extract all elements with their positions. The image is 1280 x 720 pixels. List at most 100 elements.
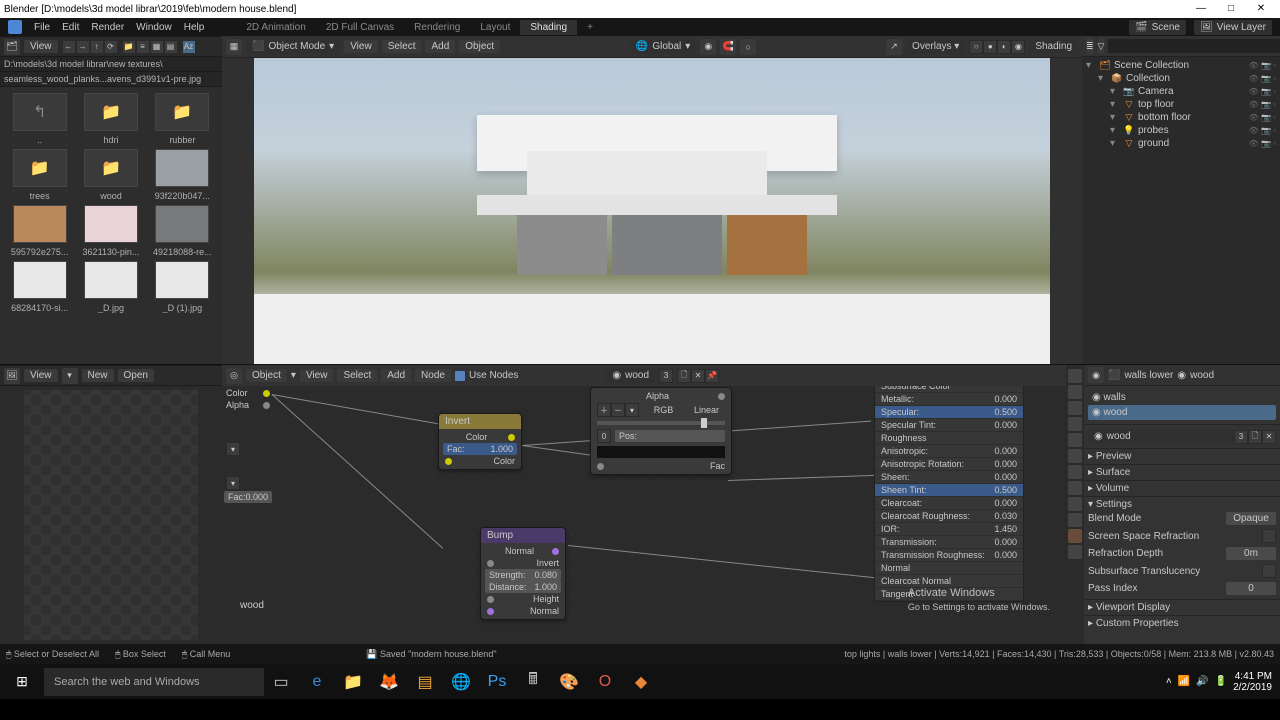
photoshop-icon[interactable]: Ps xyxy=(480,664,514,699)
edge-icon[interactable]: e xyxy=(300,664,334,699)
mat-users-btn[interactable]: 3 xyxy=(1234,430,1248,444)
tab-rendering[interactable]: Rendering xyxy=(404,20,470,35)
material-slot[interactable]: ◉ wood xyxy=(1088,405,1276,420)
tray-wifi-icon[interactable]: 📶 xyxy=(1178,676,1190,687)
snap-icon[interactable]: 🧲 xyxy=(720,39,736,55)
bsdf-input[interactable]: Sheen:0.000 xyxy=(875,471,1023,484)
fb-path-dir[interactable]: D:\models\3d model librar\new textures\ xyxy=(0,57,222,72)
section-custom[interactable]: ▸ Custom Properties xyxy=(1088,618,1179,629)
section-viewport[interactable]: ▸ Viewport Display xyxy=(1088,602,1170,613)
socket-icon[interactable] xyxy=(552,548,559,555)
material-slot[interactable]: ◉ walls xyxy=(1088,390,1276,405)
ne-object[interactable]: Object xyxy=(246,369,287,382)
node-principled-bsdf[interactable]: Subsurface ColorMetallic:0.000Specular:0… xyxy=(874,379,1024,602)
sublime-icon[interactable]: ▤ xyxy=(408,664,442,699)
bsdf-input[interactable]: Specular:0.500 xyxy=(875,406,1023,419)
fb-sort-az-icon[interactable]: Az xyxy=(182,40,196,54)
section-surface[interactable]: ▸ Surface xyxy=(1088,467,1130,478)
shading-dropdown[interactable]: Shading xyxy=(1029,39,1078,54)
bsdf-input[interactable]: Transmission:0.000 xyxy=(875,536,1023,549)
bsdf-input[interactable]: Clearcoat Normal xyxy=(875,575,1023,588)
fb-display-grid-icon[interactable]: ▦ xyxy=(150,40,164,54)
ramp-color[interactable] xyxy=(597,446,725,458)
material-tab-icon[interactable] xyxy=(1068,529,1082,543)
viewlayer-tab-icon[interactable] xyxy=(1068,401,1082,415)
menu-help[interactable]: Help xyxy=(184,22,205,33)
rgb-mode[interactable]: RGB xyxy=(648,404,680,416)
subsurf-check[interactable] xyxy=(1262,564,1276,578)
fb-path-file[interactable]: seamless_wood_planks...avens_d3991v1-pre… xyxy=(0,72,222,87)
menu-edit[interactable]: Edit xyxy=(62,22,79,33)
socket-icon[interactable] xyxy=(597,463,604,470)
fb-source-icon[interactable]: 🗂 xyxy=(4,39,20,55)
fb-refresh-icon[interactable]: ⟳ xyxy=(104,40,118,54)
img-view[interactable]: View xyxy=(24,369,58,382)
taskbar-search[interactable]: Search the web and Windows xyxy=(44,668,264,696)
outliner-row[interactable]: ▾📷Camera👁 📷 ▫ xyxy=(1084,85,1278,98)
physics-tab-icon[interactable] xyxy=(1068,497,1082,511)
image-editor-type-icon[interactable]: 🖼 xyxy=(4,368,20,384)
calc-icon[interactable]: 🖩 xyxy=(516,664,550,699)
firefox-icon[interactable]: 🦊 xyxy=(372,664,406,699)
outliner-row[interactable]: ▾▽ground👁 📷 ▫ xyxy=(1084,137,1278,150)
bsdf-input[interactable]: Roughness xyxy=(875,432,1023,445)
add-icon[interactable]: ＋ xyxy=(597,403,611,417)
node-bump[interactable]: Bump Normal Invert Strength:0.080 Distan… xyxy=(480,527,566,620)
node-invert[interactable]: Invert Color Fac:1.000 Color xyxy=(438,413,522,470)
wire-icon[interactable]: ○ xyxy=(969,40,983,54)
tab-shading[interactable]: Shading xyxy=(520,20,577,35)
bsdf-input[interactable]: Clearcoat Roughness:0.030 xyxy=(875,510,1023,523)
start-button[interactable]: ⊞ xyxy=(0,664,44,699)
img-open[interactable]: Open xyxy=(118,369,154,382)
socket-icon[interactable] xyxy=(487,608,494,615)
mat-new-icon[interactable]: 🗋 xyxy=(677,369,691,383)
socket-icon[interactable] xyxy=(445,458,452,465)
menu-file[interactable]: File xyxy=(34,22,50,33)
section-preview[interactable]: ▸ Preview xyxy=(1088,451,1131,462)
vp-select[interactable]: Select xyxy=(382,40,422,53)
socket-icon[interactable] xyxy=(263,402,270,409)
ne-select[interactable]: Select xyxy=(337,369,377,382)
fb-item[interactable]: 📁trees xyxy=(6,149,73,201)
constraint-tab-icon[interactable] xyxy=(1068,513,1082,527)
close-btn[interactable]: ✕ xyxy=(1246,0,1276,18)
material-name-field[interactable]: ◉ wood xyxy=(1088,429,1234,444)
bsdf-input[interactable]: Sheen Tint:0.500 xyxy=(875,484,1023,497)
object-tab-icon[interactable] xyxy=(1068,449,1082,463)
tab-2dcanvas[interactable]: 2D Full Canvas xyxy=(316,20,404,35)
fb-item[interactable]: 93f220b047... xyxy=(149,149,216,201)
fb-item[interactable]: 3621130-pin... xyxy=(77,205,144,257)
output-tab-icon[interactable] xyxy=(1068,385,1082,399)
ramp-pos[interactable]: Pos: xyxy=(615,430,725,442)
dropdown-icon[interactable]: ▾ xyxy=(226,476,240,490)
socket-icon[interactable] xyxy=(508,434,515,441)
fb-display-list-icon[interactable]: ≡ xyxy=(136,40,150,54)
bsdf-input[interactable]: Anisotropic:0.000 xyxy=(875,445,1023,458)
dropdown-icon[interactable]: ▾ xyxy=(625,403,639,417)
fb-item[interactable]: 68284170-si... xyxy=(6,261,73,313)
material-slot-selector[interactable]: ◉ wood xyxy=(606,368,655,383)
tab-2danim[interactable]: 2D Animation xyxy=(236,20,315,35)
bump-distance[interactable]: Distance:1.000 xyxy=(485,581,561,593)
fb-newdir-icon[interactable]: 📁 xyxy=(122,40,136,54)
bsdf-input[interactable]: Tangent xyxy=(875,588,1023,601)
editor-type-icon[interactable]: ▦ xyxy=(226,39,242,55)
mat-unlink-icon[interactable]: ✕ xyxy=(691,369,705,383)
socket-icon[interactable] xyxy=(263,390,270,397)
viewport-canvas[interactable] xyxy=(254,58,1050,364)
tray-up-icon[interactable]: ˄ xyxy=(1166,676,1172,687)
fb-view[interactable]: View xyxy=(24,40,58,53)
mat-unlink-icon[interactable]: ✕ xyxy=(1262,430,1276,444)
bsdf-input[interactable]: Anisotropic Rotation:0.000 xyxy=(875,458,1023,471)
texture-tab-icon[interactable] xyxy=(1068,545,1082,559)
lookdev-icon[interactable]: ◐ xyxy=(997,40,1011,54)
scene-selector[interactable]: 🎬 Scene xyxy=(1129,20,1186,35)
vp-add[interactable]: Add xyxy=(425,40,455,53)
outliner-filter-icon[interactable]: ▽ xyxy=(1098,38,1105,54)
bsdf-input[interactable]: IOR:1.450 xyxy=(875,523,1023,536)
bsdf-input[interactable]: Transmission Roughness:0.000 xyxy=(875,549,1023,562)
overlays-toggle[interactable]: Overlays ▾ xyxy=(906,39,965,54)
viewlayer-selector[interactable]: 🖼 View Layer xyxy=(1194,20,1272,35)
fb-fwd-icon[interactable]: → xyxy=(76,40,90,54)
menu-render[interactable]: Render xyxy=(91,22,124,33)
